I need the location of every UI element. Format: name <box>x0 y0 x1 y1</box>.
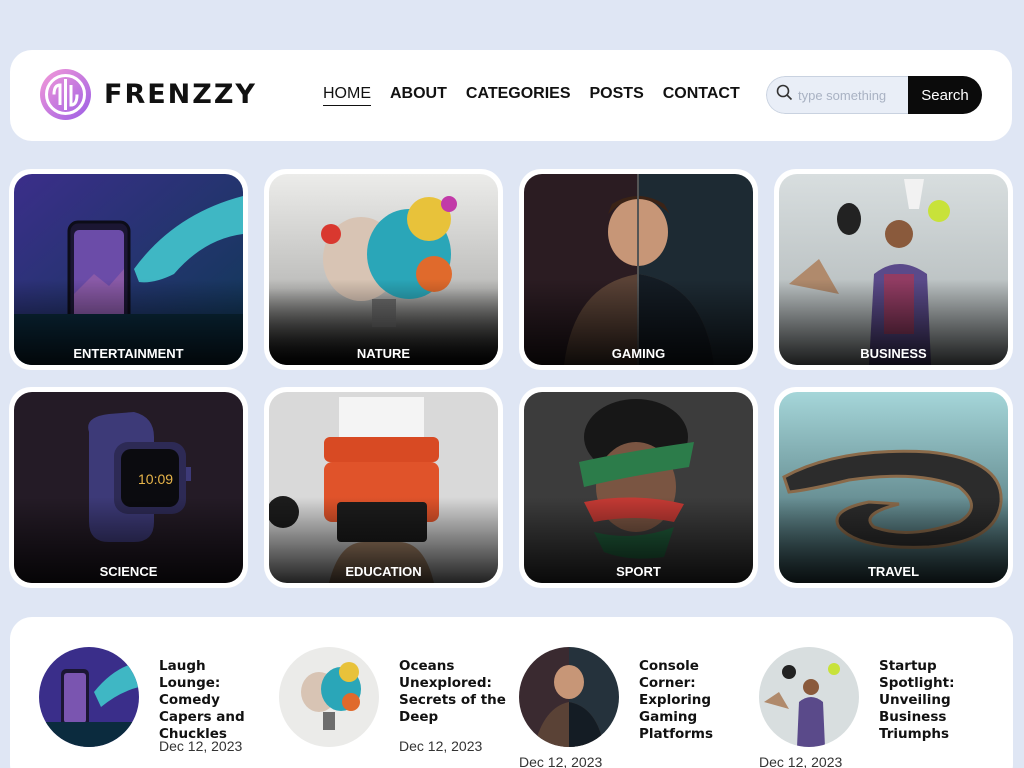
post-date: Dec 12, 2023 <box>759 754 843 768</box>
category-grid: ENTERTAINMENT NATURE GAMING BUSINESS SCI… <box>9 169 1014 588</box>
post-item[interactable]: Oceans Unexplored: Secrets of the Deep D… <box>279 647 509 768</box>
post-date: Dec 12, 2023 <box>399 738 483 754</box>
post-item[interactable]: Laugh Lounge: Comedy Capers and Chuckles… <box>39 647 269 768</box>
nav-about[interactable]: ABOUT <box>390 85 447 106</box>
post-date: Dec 12, 2023 <box>519 754 603 768</box>
category-card-science[interactable]: 10:09 SCIENCE <box>9 387 248 588</box>
post-date: Dec 12, 2023 <box>159 738 243 754</box>
main-nav: HOME ABOUT CATEGORIES POSTS CONTACT <box>323 85 740 106</box>
search-input[interactable] <box>798 87 908 103</box>
category-image: ENTERTAINMENT <box>14 174 243 365</box>
category-card-gaming[interactable]: GAMING <box>519 169 758 370</box>
recent-posts-panel: Laugh Lounge: Comedy Capers and Chuckles… <box>10 617 1013 768</box>
nav-posts[interactable]: POSTS <box>590 85 644 106</box>
category-label: BUSINESS <box>860 346 927 361</box>
post-thumbnail[interactable] <box>519 647 619 747</box>
category-label: NATURE <box>356 346 411 361</box>
category-card-sport[interactable]: SPORT <box>519 387 758 588</box>
nav-home[interactable]: HOME <box>323 85 371 106</box>
brand-name: FRENZZY <box>104 79 257 110</box>
frenzzy-logo-icon <box>40 69 91 120</box>
category-label: TRAVEL <box>867 564 920 579</box>
nav-categories[interactable]: CATEGORIES <box>466 85 571 106</box>
post-title[interactable]: Oceans Unexplored: Secrets of the Deep <box>399 658 511 726</box>
post-thumbnail[interactable] <box>279 647 379 747</box>
category-image: GAMING <box>524 174 753 365</box>
post-title[interactable]: Console Corner: Exploring Gaming Platfor… <box>639 658 751 743</box>
category-image: 10:09 SCIENCE <box>14 392 243 583</box>
category-card-nature[interactable]: NATURE <box>264 169 503 370</box>
category-image: EDUCATION <box>269 392 498 583</box>
logo[interactable]: FRENZZY <box>40 69 257 120</box>
category-card-travel[interactable]: TRAVEL <box>774 387 1013 588</box>
category-label: SCIENCE <box>99 564 158 579</box>
category-card-entertainment[interactable]: ENTERTAINMENT <box>9 169 248 370</box>
category-card-education[interactable]: EDUCATION <box>264 387 503 588</box>
post-thumbnail[interactable] <box>759 647 859 747</box>
site-header: FRENZZY HOME ABOUT CATEGORIES POSTS CONT… <box>10 50 1012 141</box>
category-image: NATURE <box>269 174 498 365</box>
category-label: GAMING <box>611 346 666 361</box>
post-title[interactable]: Laugh Lounge: Comedy Capers and Chuckles <box>159 658 271 743</box>
post-item[interactable]: Console Corner: Exploring Gaming Platfor… <box>519 647 749 768</box>
search-field[interactable] <box>766 76 908 114</box>
category-label: ENTERTAINMENT <box>73 346 184 361</box>
search-icon <box>776 84 793 106</box>
search-bar: Search <box>766 76 982 114</box>
post-item[interactable]: Startup Spotlight: Unveiling Business Tr… <box>759 647 989 768</box>
post-thumbnail[interactable] <box>39 647 139 747</box>
category-image: TRAVEL <box>779 392 1008 583</box>
category-label: EDUCATION <box>345 564 422 579</box>
category-image: SPORT <box>524 392 753 583</box>
category-card-business[interactable]: BUSINESS <box>774 169 1013 370</box>
search-button[interactable]: Search <box>908 76 982 114</box>
post-title[interactable]: Startup Spotlight: Unveiling Business Tr… <box>879 658 991 743</box>
category-label: SPORT <box>616 564 661 579</box>
category-image: BUSINESS <box>779 174 1008 365</box>
nav-contact[interactable]: CONTACT <box>663 85 740 106</box>
